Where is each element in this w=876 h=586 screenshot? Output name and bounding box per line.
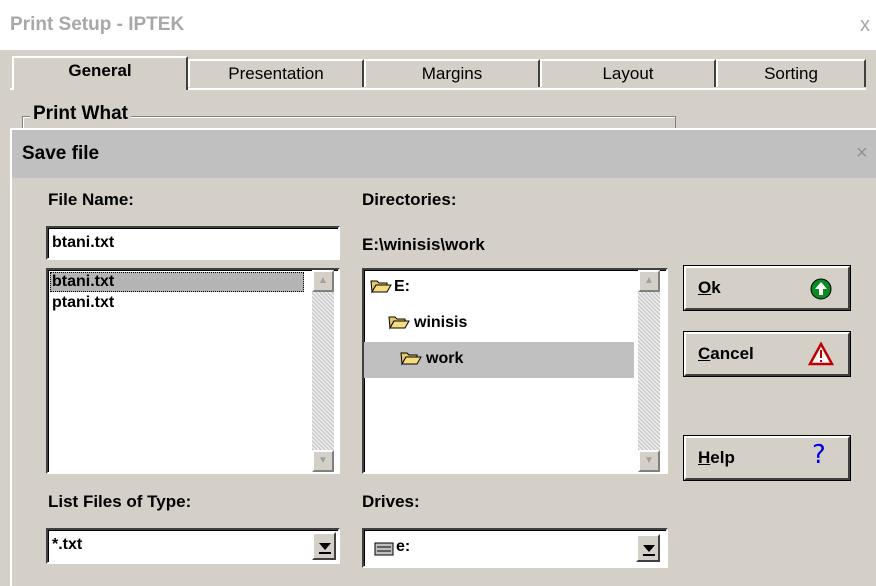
warning-triangle-icon: [808, 342, 834, 366]
file-name-input[interactable]: btani.txt: [46, 226, 340, 260]
dir-item-e[interactable]: E:: [370, 278, 410, 299]
file-type-dropdown-button[interactable]: [312, 532, 336, 560]
scroll-up-button[interactable]: ▲: [312, 270, 334, 292]
dialog-title: Save file: [22, 143, 100, 164]
outer-close-button[interactable]: x: [860, 14, 870, 37]
ok-button-label: Ok: [698, 278, 721, 297]
drive-select[interactable]: e:: [362, 528, 668, 568]
dialog-close-button[interactable]: ×: [856, 142, 868, 165]
open-folder-icon: [400, 352, 422, 366]
directories-label: Directories:: [362, 190, 457, 209]
directory-list[interactable]: E: winisis work ▲ ▼: [362, 268, 668, 474]
cancel-button[interactable]: Cancel: [683, 331, 851, 377]
ok-button[interactable]: Ok: [683, 265, 851, 311]
dir-label: winisis: [414, 314, 468, 331]
file-name-label-text: File Name:: [48, 190, 134, 209]
current-path: E:\winisis\work: [362, 235, 485, 254]
file-type-value: *.txt: [52, 536, 83, 553]
tab-presentation[interactable]: Presentation: [188, 59, 364, 87]
dialog-title-bar: [12, 130, 876, 178]
help-button[interactable]: Help ?: [683, 435, 851, 481]
print-what-label: Print What: [30, 103, 131, 125]
drive-value: e:: [396, 538, 411, 555]
tab-layout[interactable]: Layout: [540, 59, 716, 87]
green-up-arrow-icon: [810, 278, 832, 300]
help-button-label: Help: [698, 448, 735, 467]
file-name-label: File Name:: [48, 190, 134, 210]
file-name-value: btani.txt: [52, 234, 115, 251]
file-list-scrollbar[interactable]: ▲ ▼: [312, 270, 334, 472]
directory-list-scrollbar[interactable]: ▲ ▼: [638, 270, 660, 472]
dir-item-work[interactable]: work: [400, 350, 463, 371]
list-item[interactable]: btani.txt: [52, 273, 114, 291]
list-item[interactable]: ptani.txt: [52, 294, 114, 312]
list-type-label: List Files of Type:: [48, 492, 192, 511]
dir-label: E:: [394, 278, 410, 295]
question-mark-icon: ?: [812, 440, 826, 470]
open-folder-icon: [370, 280, 392, 294]
dir-label: work: [426, 350, 464, 367]
drive-icon: [374, 542, 394, 556]
drives-label: Drives:: [362, 492, 420, 511]
outer-window-title: Print Setup - IPTEK: [10, 14, 185, 35]
dir-item-winisis[interactable]: winisis: [388, 314, 467, 335]
drive-dropdown-button[interactable]: [636, 534, 660, 562]
file-type-select[interactable]: *.txt: [46, 528, 340, 564]
tab-sorting[interactable]: Sorting: [716, 59, 866, 87]
cancel-button-label: Cancel: [698, 344, 754, 363]
open-folder-icon: [388, 316, 410, 330]
scroll-down-button[interactable]: ▼: [312, 450, 334, 472]
scroll-down-button[interactable]: ▼: [638, 450, 660, 472]
tab-general[interactable]: General: [12, 56, 188, 90]
tab-margins[interactable]: Margins: [364, 59, 540, 87]
file-list[interactable]: btani.txt ptani.txt ▲ ▼: [46, 268, 340, 474]
scroll-up-button[interactable]: ▲: [638, 270, 660, 292]
